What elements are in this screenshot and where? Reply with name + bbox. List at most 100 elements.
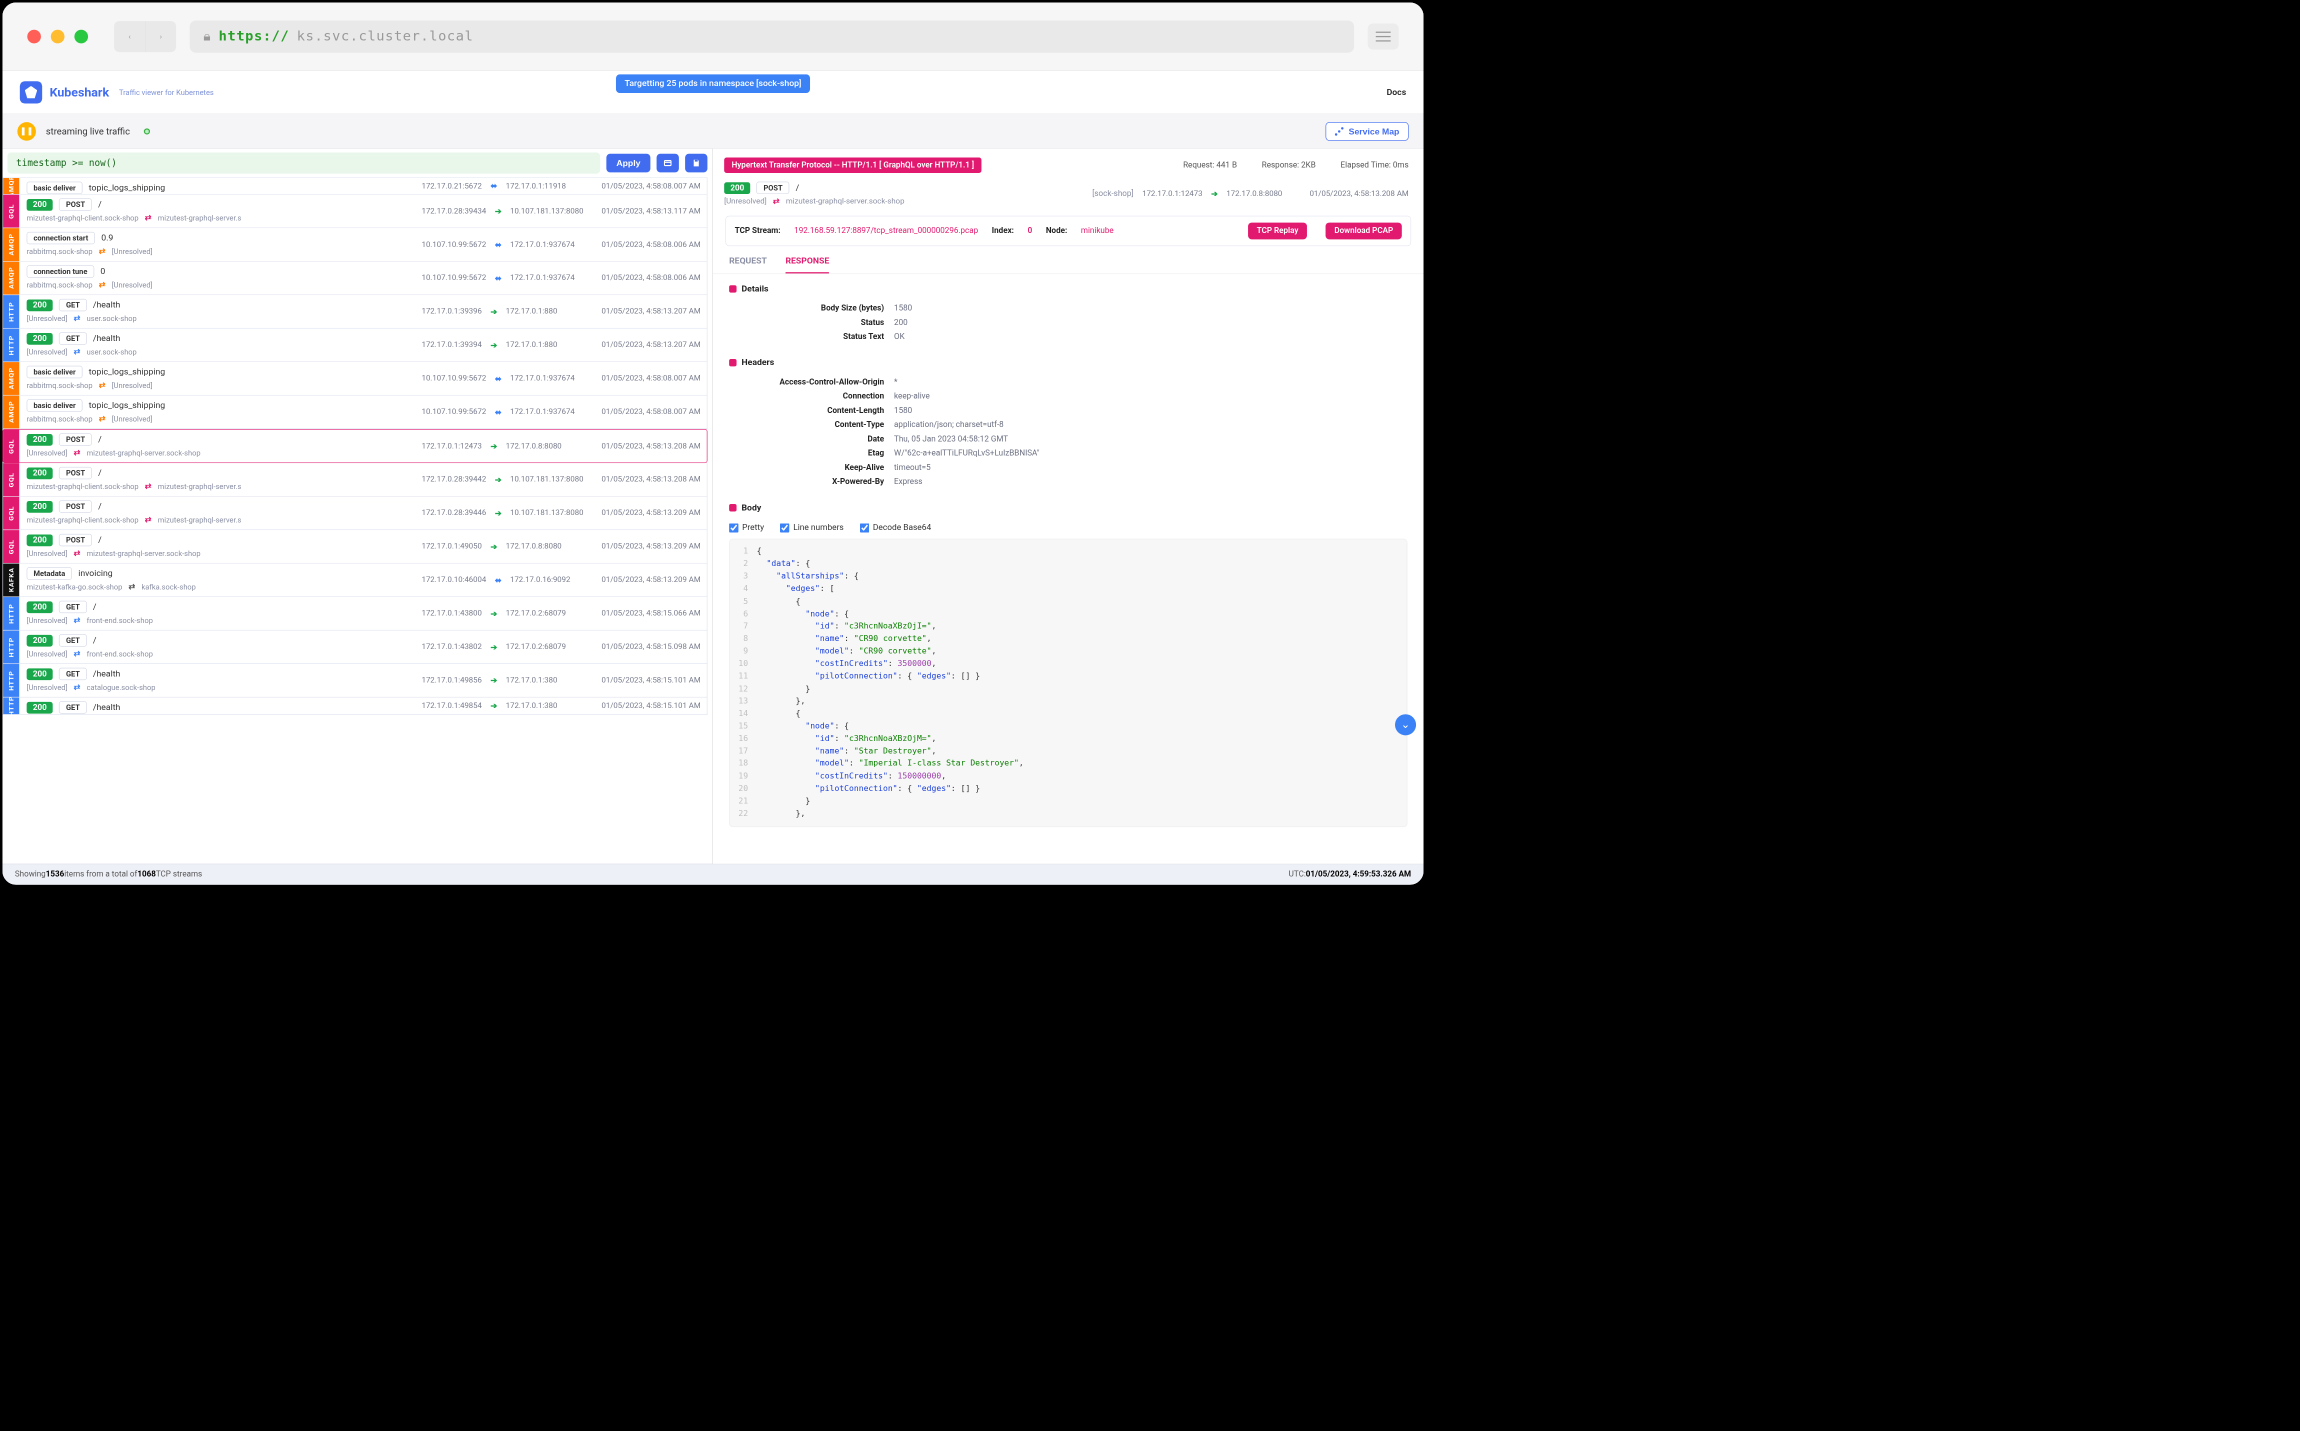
protocol-strip: GQL	[3, 430, 19, 463]
request-path: /health	[93, 334, 120, 344]
ip-dst: 10.107.181.137:8080	[510, 475, 583, 484]
protocol-strip: GQL	[3, 463, 19, 496]
download-pcap-button[interactable]: Download PCAP	[1326, 223, 1402, 240]
method-badge: basic deliver	[27, 366, 83, 378]
ip-src: 10.107.10.99:5672	[422, 240, 487, 249]
traffic-row[interactable]: GQL200POST/mizutest-graphql-client.sock-…	[2, 463, 707, 496]
traffic-row[interactable]: KAFKAMetadatainvoicingmizutest-kafka-go.…	[2, 564, 707, 597]
protocol-strip: AMQP	[3, 362, 19, 395]
nav-back-button[interactable]: ‹	[114, 21, 145, 52]
timestamp: 01/05/2023, 4:58:13.207 AM	[602, 307, 701, 316]
docs-link[interactable]: Docs	[1387, 87, 1407, 97]
kv-value: 200	[894, 318, 908, 327]
traffic-row[interactable]: AMQPbasic delivertopic_logs_shippingrabb…	[2, 177, 707, 194]
traffic-row[interactable]: GQL200POST/mizutest-graphql-client.sock-…	[2, 497, 707, 530]
method-badge: GET	[59, 634, 87, 646]
traffic-row[interactable]: HTTP200GET/health[Unresolved]⇄catalogue.…	[2, 664, 707, 697]
nav-forward-button[interactable]: ›	[145, 21, 176, 52]
arrow-right-icon: ➔	[491, 701, 498, 711]
query-input[interactable]: timestamp >= now()	[7, 153, 600, 174]
detail-status: 200	[724, 182, 750, 194]
scroll-down-button[interactable]: ⌄	[1395, 714, 1416, 735]
traffic-row[interactable]: AMQPbasic delivertopic_logs_shippingrabb…	[2, 362, 707, 395]
ip-dst: 172.17.0.1:937674	[510, 374, 575, 383]
collapse-icon[interactable]	[729, 285, 736, 292]
ip-dst: 172.17.0.1:937674	[510, 240, 575, 249]
traffic-row[interactable]: HTTP200GET/[Unresolved]⇄front-end.sock-s…	[2, 631, 707, 664]
stream-count: 1068	[137, 870, 156, 879]
traffic-row[interactable]: AMQPconnection start0.9rabbitmq.sock-sho…	[2, 228, 707, 261]
traffic-row[interactable]: HTTP200GET/health[Unresolved]⇄user.sock-…	[2, 295, 707, 328]
swap-icon: ⇄	[129, 582, 136, 591]
traffic-row[interactable]: GQL200POST/mizutest-graphql-client.sock-…	[2, 195, 707, 228]
ip-src: 10.107.10.99:5672	[422, 374, 487, 383]
detail-namespace: [sock-shop]	[1092, 189, 1133, 198]
line-numbers-checkbox[interactable]: Line numbers	[780, 523, 844, 533]
detail-ts: 01/05/2023, 4:58:13.208 AM	[1310, 189, 1409, 198]
ip-dst: 10.107.181.137:8080	[510, 508, 583, 517]
ip-dst: 172.17.0.1:380	[506, 701, 558, 710]
arrow-left-icon: ⬌	[495, 407, 502, 417]
request-path: /	[93, 636, 97, 646]
kv-key: Etag	[729, 449, 884, 458]
lock-icon: 🔒︎	[203, 29, 211, 45]
kv-value: *	[894, 378, 897, 387]
ip-dst: 172.17.0.1:937674	[510, 407, 575, 416]
kv-row: Status TextOK	[729, 330, 1407, 344]
minimize-window-icon[interactable]	[51, 29, 65, 43]
detail-method: POST	[757, 182, 790, 194]
tcp-link[interactable]: 192.168.59.127:8897/tcp_stream_000000296…	[794, 226, 978, 235]
collapse-icon[interactable]	[729, 504, 736, 511]
settings-icon[interactable]	[1368, 23, 1399, 49]
service-map-button[interactable]: Service Map	[1326, 122, 1409, 141]
apply-button[interactable]: Apply	[606, 154, 650, 173]
pretty-checkbox[interactable]: Pretty	[729, 523, 764, 533]
brand-name: Kubeshark	[50, 85, 109, 100]
status-badge: 200	[27, 534, 53, 546]
ip-src: 172.17.0.28:39434	[422, 206, 487, 215]
traffic-row[interactable]: HTTP200GET/[Unresolved]⇄front-end.sock-s…	[2, 597, 707, 630]
maximize-window-icon[interactable]	[74, 29, 88, 43]
tab-response[interactable]: RESPONSE	[785, 256, 829, 273]
status-badge: 200	[27, 601, 53, 613]
download-button[interactable]	[685, 154, 707, 173]
timestamp: 01/05/2023, 4:58:13.117 AM	[602, 206, 701, 215]
swap-icon: ⇄	[74, 314, 81, 323]
ip-src: 10.107.10.99:5672	[422, 407, 487, 416]
kv-row: Access-Control-Allow-Origin*	[729, 375, 1407, 389]
targeting-banner: Targetting 25 pods in namespace [sock-sh…	[616, 74, 810, 93]
detail-ip-b: 172.17.0.8:8080	[1226, 189, 1282, 198]
arrow-left-icon: ⬌	[495, 374, 502, 384]
status-badge: 200	[27, 299, 53, 311]
traffic-list[interactable]: AMQPbasic delivertopic_logs_shippingrabb…	[2, 177, 712, 863]
traffic-row[interactable]: HTTP200GET/health[Unresolved]⇄172.17.0.1…	[2, 698, 707, 715]
close-window-icon[interactable]	[27, 29, 41, 43]
traffic-row[interactable]: AMQPconnection tune0rabbitmq.sock-shop⇄[…	[2, 262, 707, 295]
traffic-row[interactable]: AMQPbasic delivertopic_logs_shippingrabb…	[2, 396, 707, 429]
kv-key: Status Text	[729, 332, 884, 341]
collapse-icon[interactable]	[729, 359, 736, 366]
traffic-row[interactable]: HTTP200GET/health[Unresolved]⇄user.sock-…	[2, 329, 707, 362]
tcp-replay-button[interactable]: TCP Replay	[1248, 223, 1307, 240]
request-path: /health	[93, 702, 120, 712]
address-bar[interactable]: 🔒︎ https://ks.svc.cluster.local	[190, 20, 1354, 52]
protocol-strip: HTTP	[3, 329, 19, 362]
kv-value: Express	[894, 477, 922, 486]
pause-button[interactable]: ❚❚	[17, 122, 36, 141]
protocol-strip: AMQP	[3, 396, 19, 429]
kv-value: timeout=5	[894, 463, 931, 472]
method-badge: Metadata	[27, 567, 72, 579]
tab-request[interactable]: REQUEST	[729, 256, 767, 273]
ip-src: 172.17.0.1:43802	[422, 642, 482, 651]
response-body-code[interactable]: 1 2 3 4 5 6 7 8 9 10 11 12 13 14 15 16 1…	[729, 539, 1407, 827]
decode-b64-checkbox[interactable]: Decode Base64	[860, 523, 931, 533]
dst-label: kafka.sock-shop	[141, 582, 195, 591]
method-badge: GET	[59, 701, 87, 713]
ip-dst: 172.17.0.1:380	[506, 676, 558, 685]
method-badge: basic deliver	[27, 399, 83, 411]
traffic-row[interactable]: GQL200POST/[Unresolved]⇄mizutest-graphql…	[2, 429, 707, 463]
arrow-right-icon: ➔	[1211, 189, 1218, 199]
save-query-button[interactable]	[657, 154, 679, 173]
brand: Kubeshark Traffic viewer for Kubernetes	[20, 81, 214, 103]
traffic-row[interactable]: GQL200POST/[Unresolved]⇄mizutest-graphql…	[2, 530, 707, 563]
